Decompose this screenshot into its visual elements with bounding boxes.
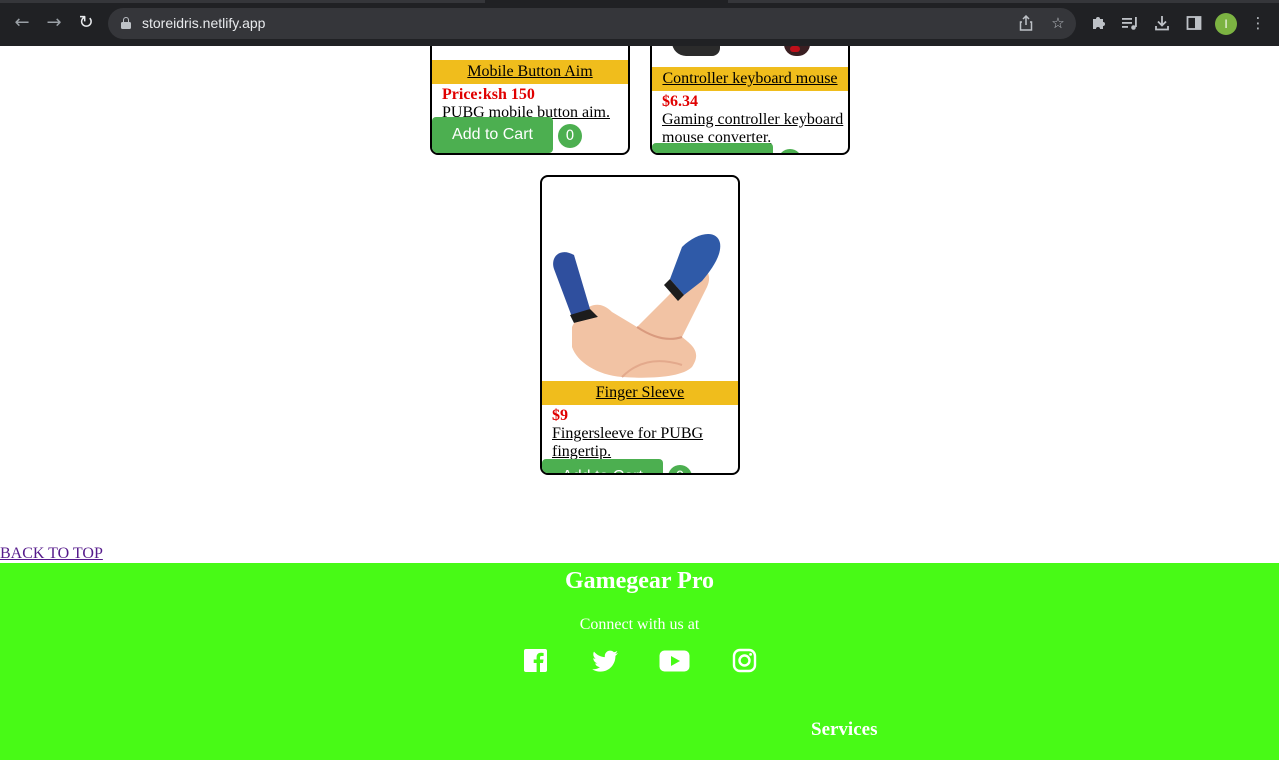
- back-icon[interactable]: ←: [11, 12, 33, 34]
- product-description[interactable]: Gaming controller keyboard mouse convert…: [652, 111, 848, 147]
- product-card: Mobile Button Aim Price:ksh 150 PUBG mob…: [430, 46, 630, 155]
- product-name[interactable]: Controller keyboard mouse: [652, 67, 848, 91]
- back-to-top-link[interactable]: BACK TO TOP: [0, 545, 103, 563]
- finger-sleeve-image: [553, 233, 721, 378]
- product-name[interactable]: Mobile Button Aim: [432, 60, 628, 84]
- share-icon[interactable]: [1015, 8, 1037, 39]
- browser-toolbar: ← → ↻ storeidris.netlify.app ☆ I ⋮: [0, 0, 1279, 46]
- active-tab-indicator: [485, 0, 728, 3]
- add-to-cart-button[interactable]: Add to Cart: [432, 117, 553, 153]
- site-footer: Gamegear Pro Connect with us at Services: [0, 563, 1279, 760]
- add-to-cart-button[interactable]: Add to Cart: [542, 459, 663, 473]
- extensions-icon[interactable]: [1087, 12, 1109, 34]
- download-icon[interactable]: [1151, 12, 1173, 34]
- cart-quantity-badge: 0: [558, 124, 582, 148]
- product-description[interactable]: Fingersleeve for PUBG fingertip.: [542, 425, 738, 461]
- facebook-icon[interactable]: [523, 648, 548, 673]
- profile-avatar[interactable]: I: [1215, 13, 1237, 35]
- reload-icon[interactable]: ↻: [75, 12, 97, 34]
- product-price: Price:ksh 150: [442, 86, 535, 103]
- cart-quantity-badge: 0: [778, 149, 802, 153]
- address-bar[interactable]: storeidris.netlify.app ☆: [108, 8, 1076, 39]
- twitter-icon[interactable]: [592, 648, 619, 673]
- footer-brand: Gamegear Pro: [564, 568, 715, 594]
- product-price: $9: [552, 407, 568, 424]
- side-panel-icon[interactable]: [1183, 12, 1205, 34]
- media-queue-icon[interactable]: [1119, 12, 1141, 34]
- mouse-light: [790, 46, 800, 52]
- cart-quantity-badge: 0: [668, 465, 692, 473]
- add-to-cart-button[interactable]: Add to Cart: [652, 143, 773, 153]
- instagram-icon[interactable]: [732, 648, 757, 673]
- product-image: [432, 46, 628, 60]
- controller-image: [672, 46, 720, 56]
- connect-text: Connect with us at: [579, 616, 700, 633]
- lock-icon: [121, 17, 131, 29]
- product-card: Controller keyboard mouse $6.34 Gaming c…: [650, 46, 850, 155]
- page-content: Mobile Button Aim Price:ksh 150 PUBG mob…: [0, 46, 1279, 760]
- services-heading: Services: [811, 719, 878, 740]
- url-text[interactable]: storeidris.netlify.app: [142, 8, 265, 39]
- youtube-icon[interactable]: [659, 648, 690, 673]
- kebab-menu-icon[interactable]: ⋮: [1247, 12, 1269, 34]
- product-card: Finger Sleeve $9 Fingersleeve for PUBG f…: [540, 175, 740, 475]
- forward-icon[interactable]: →: [43, 12, 65, 34]
- product-name[interactable]: Finger Sleeve: [542, 381, 738, 405]
- bookmark-star-icon[interactable]: ☆: [1047, 8, 1069, 39]
- product-image: [652, 46, 848, 67]
- product-price: $6.34: [662, 93, 698, 110]
- product-image: [542, 177, 738, 381]
